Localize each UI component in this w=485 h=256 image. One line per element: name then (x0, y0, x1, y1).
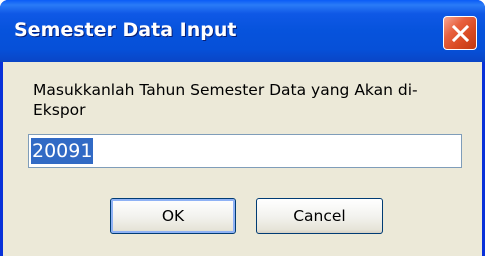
year-input-value[interactable]: 20091 (31, 138, 94, 164)
close-button[interactable] (443, 16, 477, 50)
dialog-body: Masukkanlah Tahun Semester Data yang Aka… (3, 62, 482, 256)
window-title: Semester Data Input (14, 19, 237, 41)
title-bar[interactable]: Semester Data Input (0, 0, 485, 62)
dialog-window: Semester Data Input Masukkanlah Tahun Se… (0, 0, 485, 256)
close-icon (451, 24, 470, 43)
cancel-button[interactable]: Cancel (256, 198, 383, 234)
year-input[interactable]: 20091 (28, 134, 462, 168)
ok-button[interactable]: OK (110, 198, 236, 234)
prompt-label: Masukkanlah Tahun Semester Data yang Aka… (33, 81, 418, 119)
